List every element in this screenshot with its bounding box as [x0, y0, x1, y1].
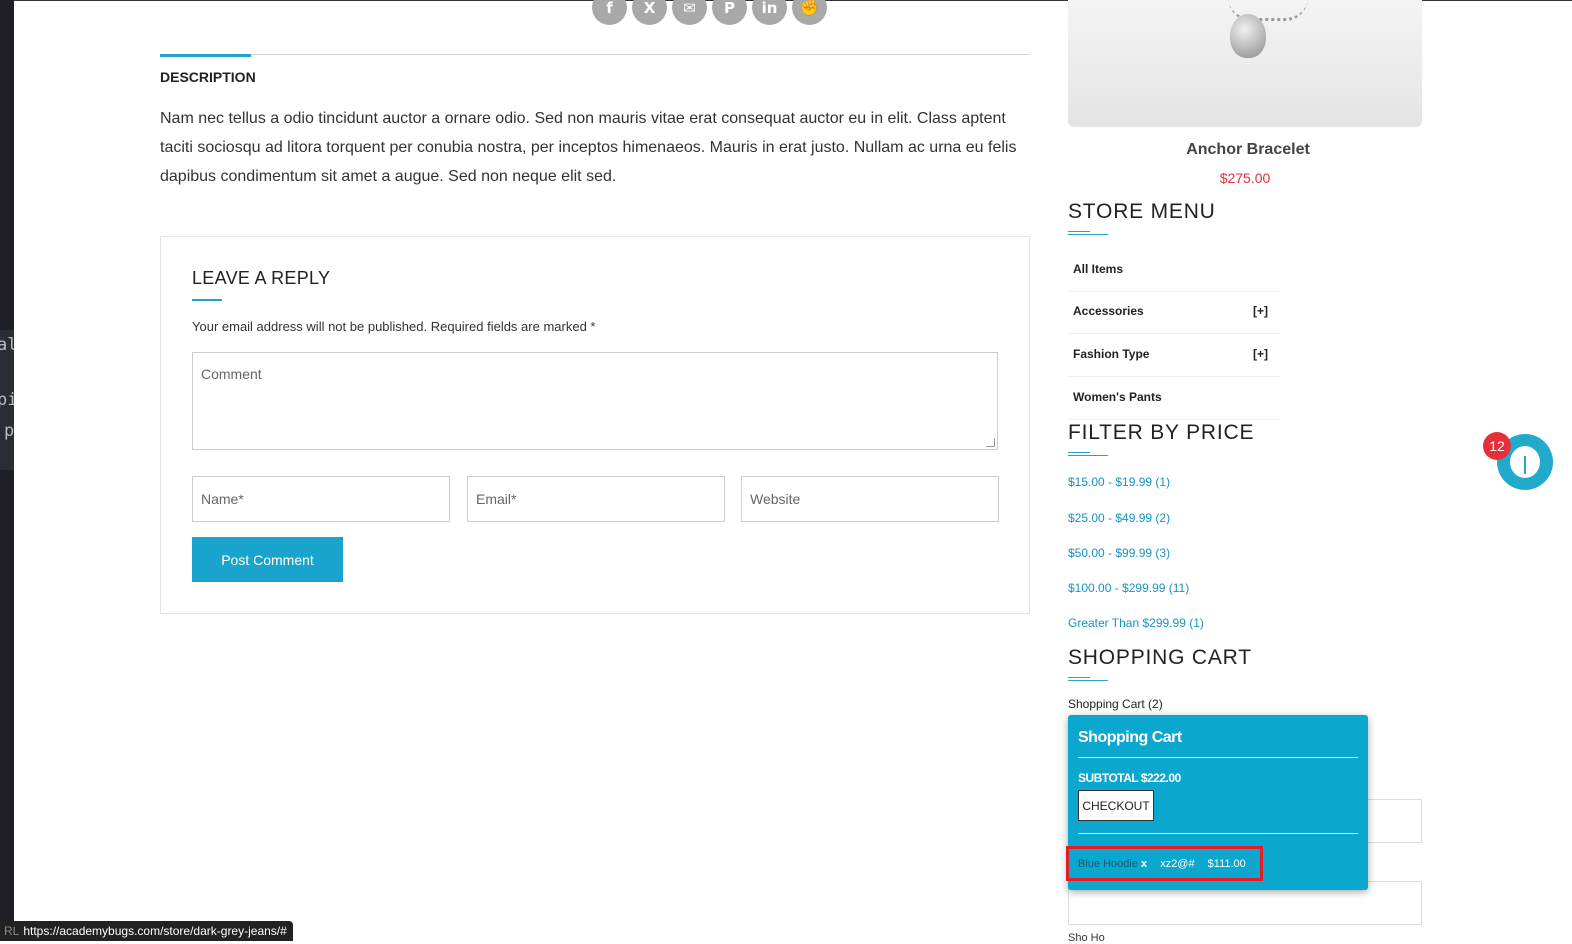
- bug-highlight-box: [1066, 846, 1263, 881]
- bug-icon: [1510, 446, 1540, 478]
- partial-label: Sho Ho: [1068, 932, 1105, 944]
- menu-item-womens-pants[interactable]: Women's Pants: [1068, 378, 1280, 420]
- price-filter-link[interactable]: $15.00 - $19.99 (1): [1068, 475, 1170, 489]
- menu-item-label: Fashion Type: [1073, 347, 1150, 361]
- stumbleupon-icon[interactable]: ✊: [792, 0, 827, 25]
- x-twitter-icon[interactable]: X: [632, 0, 667, 25]
- cart-subtotal: SUBTOTAL $222.00: [1078, 771, 1181, 785]
- expand-toggle[interactable]: [+]: [1253, 304, 1268, 318]
- price-filter-link[interactable]: $100.00 - $299.99 (11): [1068, 581, 1189, 595]
- website-field[interactable]: Website: [741, 476, 999, 522]
- divider: [1078, 757, 1358, 758]
- resize-handle-icon[interactable]: [986, 438, 995, 447]
- name-field[interactable]: Name*: [192, 476, 450, 522]
- email-field[interactable]: Email*: [467, 476, 725, 522]
- code-fragment: pi: [0, 390, 14, 410]
- menu-item-label: All Items: [1073, 262, 1124, 276]
- product-image[interactable]: [1068, 0, 1422, 127]
- share-bar: f X ✉ P in ✊: [592, 0, 827, 25]
- price-filter-link[interactable]: $50.00 - $99.99 (3): [1068, 546, 1170, 560]
- menu-item-accessories[interactable]: Accessories [+]: [1068, 292, 1280, 334]
- website-placeholder: Website: [750, 491, 801, 507]
- menu-item-label: Accessories: [1073, 304, 1144, 318]
- code-fragment: al: [0, 335, 14, 355]
- post-comment-button[interactable]: Post Comment: [192, 537, 343, 582]
- cart-count-link[interactable]: Shopping Cart (2): [1068, 697, 1163, 711]
- facebook-icon[interactable]: f: [592, 0, 627, 25]
- tab-active-indicator: [160, 54, 251, 57]
- pinterest-icon[interactable]: P: [712, 0, 747, 25]
- divider: [1078, 833, 1358, 834]
- status-prefix: RL: [4, 924, 20, 938]
- title-underline: [192, 299, 222, 301]
- tab-divider: [160, 54, 1030, 55]
- background-code-editor: al pi p: [0, 0, 14, 941]
- shopping-cart-title: SHOPPING CART: [1068, 646, 1252, 669]
- menu-item-all-items[interactable]: All Items: [1068, 250, 1280, 292]
- linkedin-icon[interactable]: in: [752, 0, 787, 25]
- bug-count-badge: 12: [1483, 432, 1511, 460]
- code-fragment: p: [4, 421, 14, 441]
- comment-placeholder: Comment: [201, 366, 262, 382]
- store-menu-title: STORE MENU: [1068, 200, 1216, 223]
- filter-by-price-title: FILTER BY PRICE: [1068, 421, 1255, 444]
- name-placeholder: Name*: [201, 491, 244, 507]
- status-bar: RL https://academybugs.com/store/dark-gr…: [0, 921, 293, 941]
- menu-item-label: Women's Pants: [1073, 390, 1162, 404]
- email-icon[interactable]: ✉: [672, 0, 707, 25]
- title-underline: [1068, 231, 1108, 235]
- title-underline: [1068, 677, 1108, 681]
- price-filter-link[interactable]: Greater Than $299.99 (1): [1068, 616, 1204, 630]
- checkout-button[interactable]: CHECKOUT: [1078, 790, 1154, 821]
- tab-description[interactable]: DESCRIPTION: [160, 69, 256, 85]
- title-underline: [1068, 452, 1108, 456]
- description-text: Nam nec tellus a odio tincidunt auctor a…: [160, 110, 1017, 185]
- heart-charm: [1230, 14, 1266, 58]
- status-url: https://academybugs.com/store/dark-grey-…: [23, 924, 287, 938]
- reply-title: LEAVE A REPLY: [192, 268, 331, 288]
- reply-note: Your email address will not be published…: [192, 319, 596, 334]
- reply-form: LEAVE A REPLY Your email address will no…: [160, 236, 1030, 614]
- comment-textarea[interactable]: Comment: [192, 352, 998, 450]
- product-price: $275.00: [1219, 170, 1271, 186]
- expand-toggle[interactable]: [+]: [1253, 347, 1268, 361]
- cart-popup-title: Shopping Cart: [1078, 729, 1182, 746]
- email-placeholder: Email*: [476, 491, 517, 507]
- menu-item-fashion-type[interactable]: Fashion Type [+]: [1068, 335, 1280, 377]
- price-filter-link[interactable]: $25.00 - $49.99 (2): [1068, 511, 1170, 525]
- product-name[interactable]: Anchor Bracelet: [1068, 141, 1428, 159]
